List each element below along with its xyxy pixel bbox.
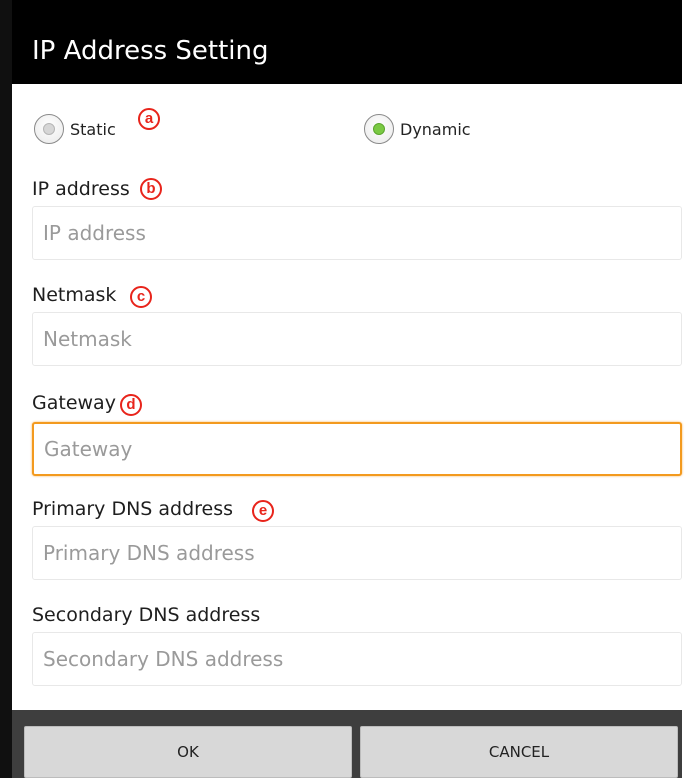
netmask-label: Netmask — [32, 284, 117, 306]
secondary-dns-label: Secondary DNS address — [32, 604, 261, 626]
gateway-label: Gateway — [32, 392, 116, 414]
annotation-marker-a: a — [138, 108, 160, 130]
static-radio[interactable]: Static — [34, 114, 116, 144]
cancel-button[interactable]: CANCEL — [360, 726, 678, 778]
netmask-input[interactable] — [32, 312, 682, 366]
window-frame-right — [682, 0, 688, 778]
ip-address-label: IP address — [32, 178, 130, 200]
dialog-title: IP Address Setting — [32, 36, 269, 66]
static-radio-label: Static — [70, 119, 116, 139]
dynamic-radio-label: Dynamic — [400, 119, 471, 139]
annotation-marker-b: b — [140, 178, 162, 200]
annotation-marker-d: d — [120, 394, 142, 416]
ip-address-input[interactable] — [32, 206, 682, 260]
dialog-titlebar: IP Address Setting — [12, 0, 682, 84]
radio-checked-icon — [364, 114, 394, 144]
gateway-input[interactable] — [32, 422, 682, 476]
secondary-dns-input[interactable] — [32, 632, 682, 686]
radio-unchecked-icon — [34, 114, 64, 144]
window-frame-left — [0, 0, 12, 778]
dialog-button-bar: OK CANCEL — [12, 710, 682, 778]
annotation-marker-e: e — [252, 500, 274, 522]
annotation-marker-c: c — [130, 286, 152, 308]
dialog-body: Static a Dynamic IP address b Netmask c … — [12, 84, 682, 710]
dynamic-radio[interactable]: Dynamic — [364, 114, 471, 144]
primary-dns-input[interactable] — [32, 526, 682, 580]
primary-dns-label: Primary DNS address — [32, 498, 234, 520]
ok-button[interactable]: OK — [24, 726, 352, 778]
